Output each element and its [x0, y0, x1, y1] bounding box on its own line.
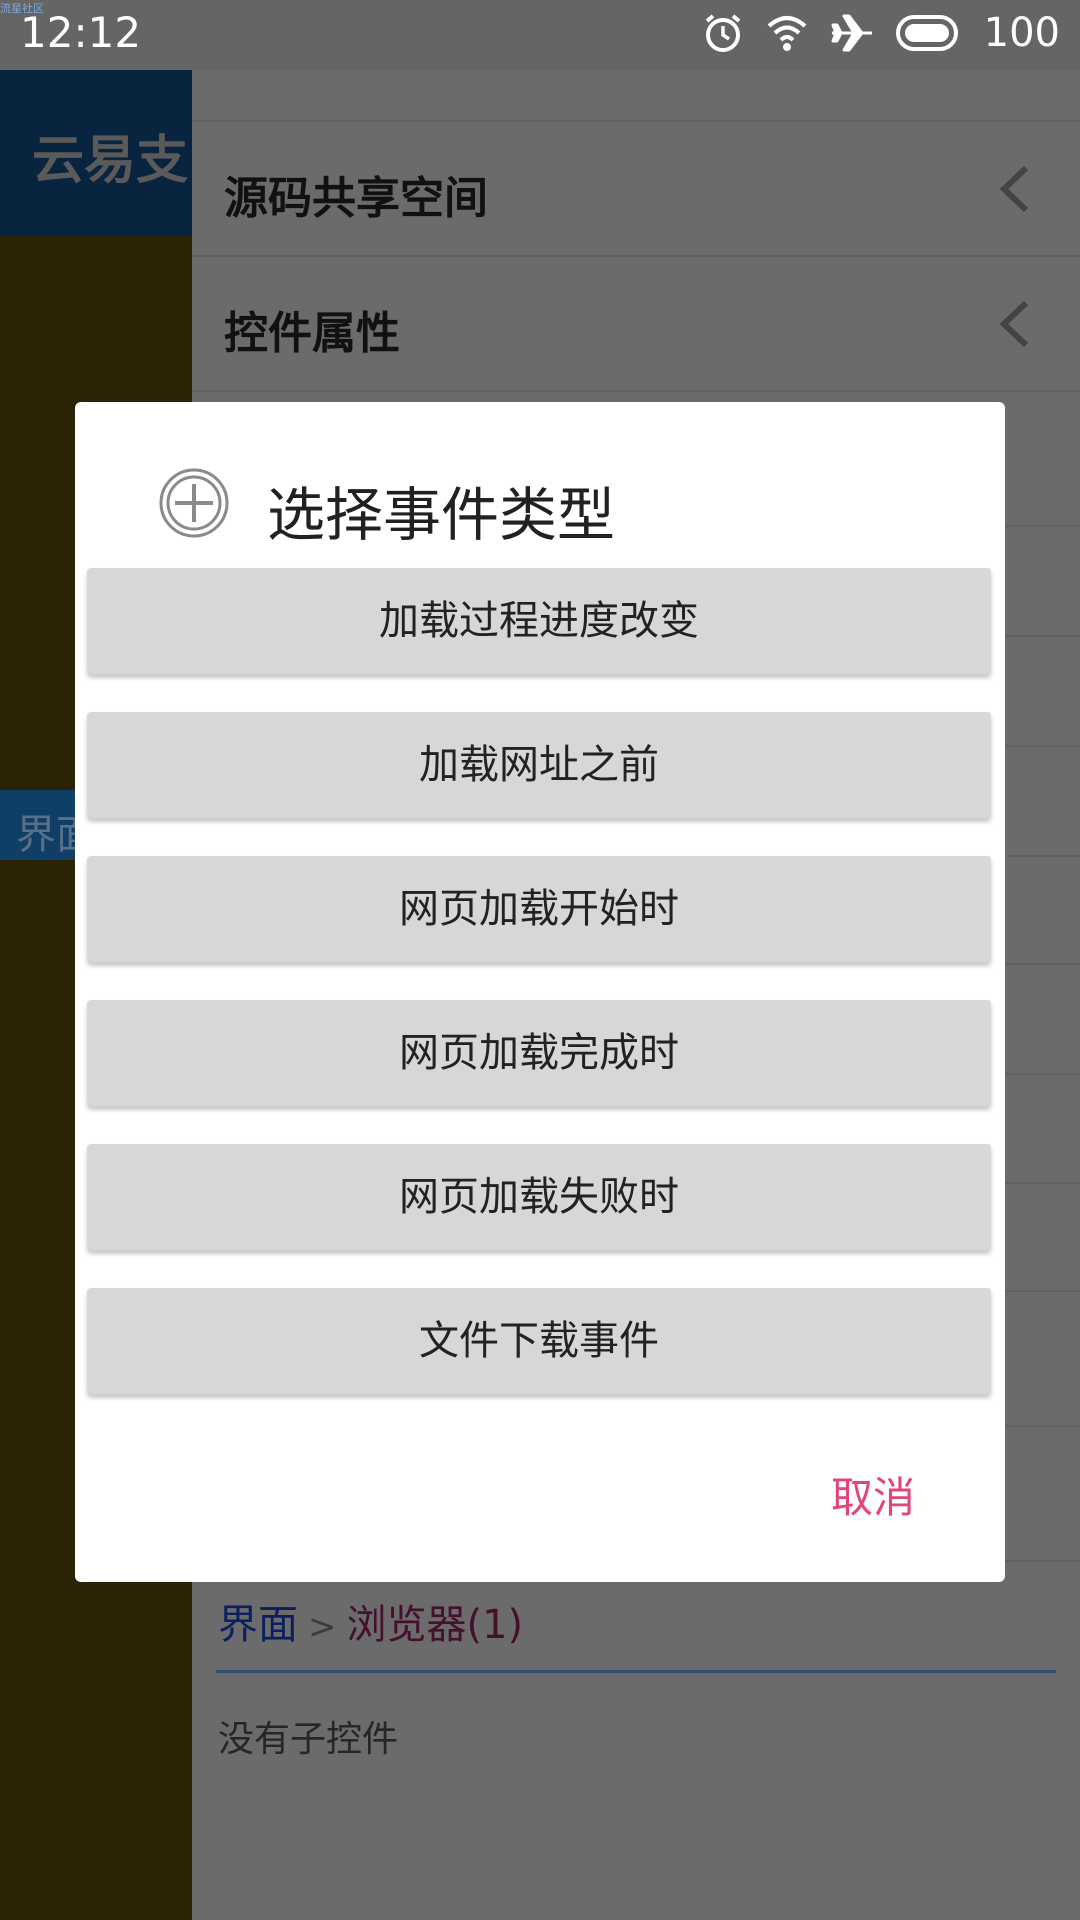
divider — [192, 390, 1080, 392]
dialog-title: 选择事件类型 — [267, 481, 616, 549]
option-page-finish-button[interactable]: 网页加载完成时 — [87, 1000, 991, 1106]
option-page-fail-button[interactable]: 网页加载失败时 — [87, 1144, 991, 1250]
option-progress-change-button[interactable]: 加载过程进度改变 — [87, 568, 991, 674]
option-file-download-button[interactable]: 文件下载事件 — [87, 1288, 991, 1394]
drawer-header-title: 云易支 — [32, 131, 189, 191]
list-item-widget-props[interactable]: 控件属性 — [192, 255, 1080, 391]
list-item-label: 控件属性 — [224, 308, 400, 359]
status-time: 12:12 — [20, 8, 142, 57]
breadcrumb-separator: > — [308, 1607, 337, 1647]
list-item-source-share[interactable]: 源码共享空间 — [192, 120, 1080, 256]
wifi-icon — [767, 16, 806, 51]
event-type-dialog: 选择事件类型 加载过程进度改变 加载网址之前 网页加载开始时 网页加载完成时 网… — [75, 402, 1005, 1582]
status-icons: 100 — [702, 10, 1060, 56]
alarm-icon — [705, 14, 740, 52]
empty-state-text: 没有子控件 — [218, 1719, 399, 1760]
breadcrumb-root[interactable]: 界面 — [218, 1602, 298, 1648]
breadcrumb-current[interactable]: 浏览器(1) — [347, 1602, 524, 1648]
cancel-button[interactable]: 取消 — [831, 1464, 915, 1525]
airplane-icon — [831, 14, 872, 52]
add-circle-icon — [159, 468, 229, 538]
chevron-left-icon — [999, 300, 1029, 348]
option-page-start-button[interactable]: 网页加载开始时 — [87, 856, 991, 962]
list-item-label: 源码共享空间 — [224, 173, 488, 224]
battery-icon — [895, 15, 958, 51]
chevron-left-icon — [999, 165, 1029, 213]
breadcrumb-underline — [216, 1670, 1056, 1673]
drawer-header: 云易支 — [0, 70, 192, 235]
breadcrumb: 界面 > 浏览器(1) — [218, 1592, 523, 1650]
option-before-load-url-button[interactable]: 加载网址之前 — [87, 712, 991, 818]
status-bar: 流星社区 12:12 100 — [0, 0, 1080, 70]
battery-level: 100 — [983, 10, 1060, 56]
